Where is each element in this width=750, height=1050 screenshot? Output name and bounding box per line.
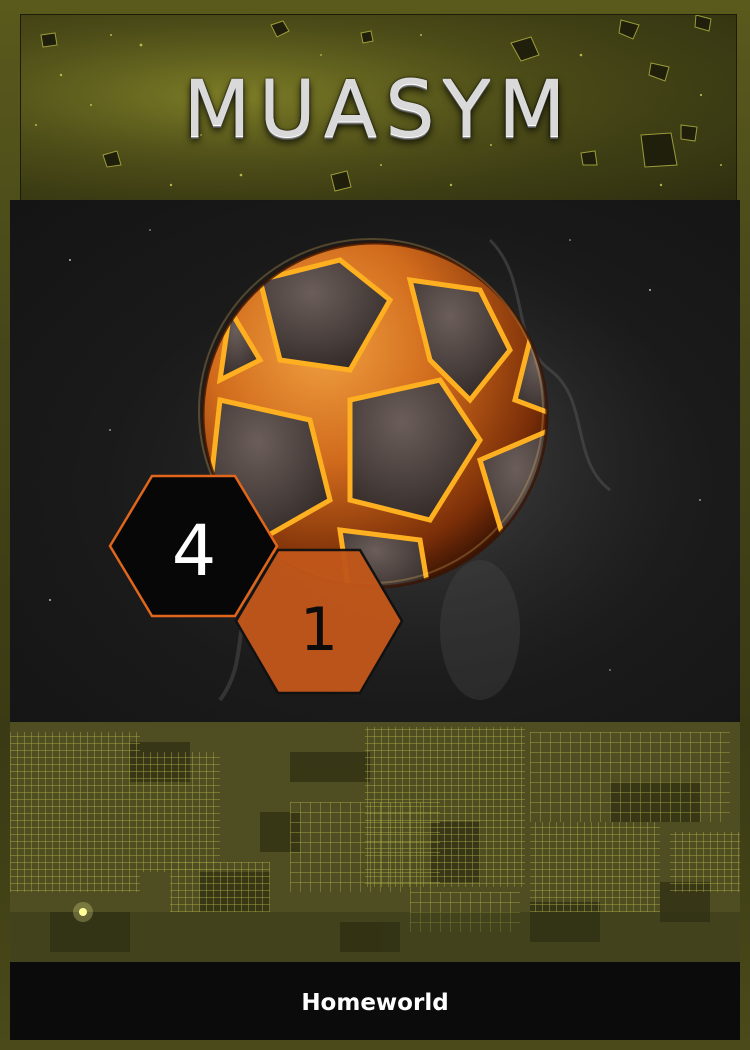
secondary-stat-value: 1 — [300, 595, 338, 665]
stat-hexagons: 4 1 — [108, 474, 404, 695]
primary-stat-value: 4 — [172, 510, 217, 592]
game-card[interactable]: MUASYM 4 1 Homeworld — [0, 0, 750, 1050]
pixel-grid-background — [10, 722, 740, 962]
card-title: MUASYM — [183, 65, 574, 155]
card-name: Homeworld — [301, 990, 449, 1016]
grid-texture-panel — [10, 722, 740, 962]
title-panel: MUASYM — [20, 14, 737, 203]
card-name-bar: Homeworld — [10, 962, 740, 1040]
